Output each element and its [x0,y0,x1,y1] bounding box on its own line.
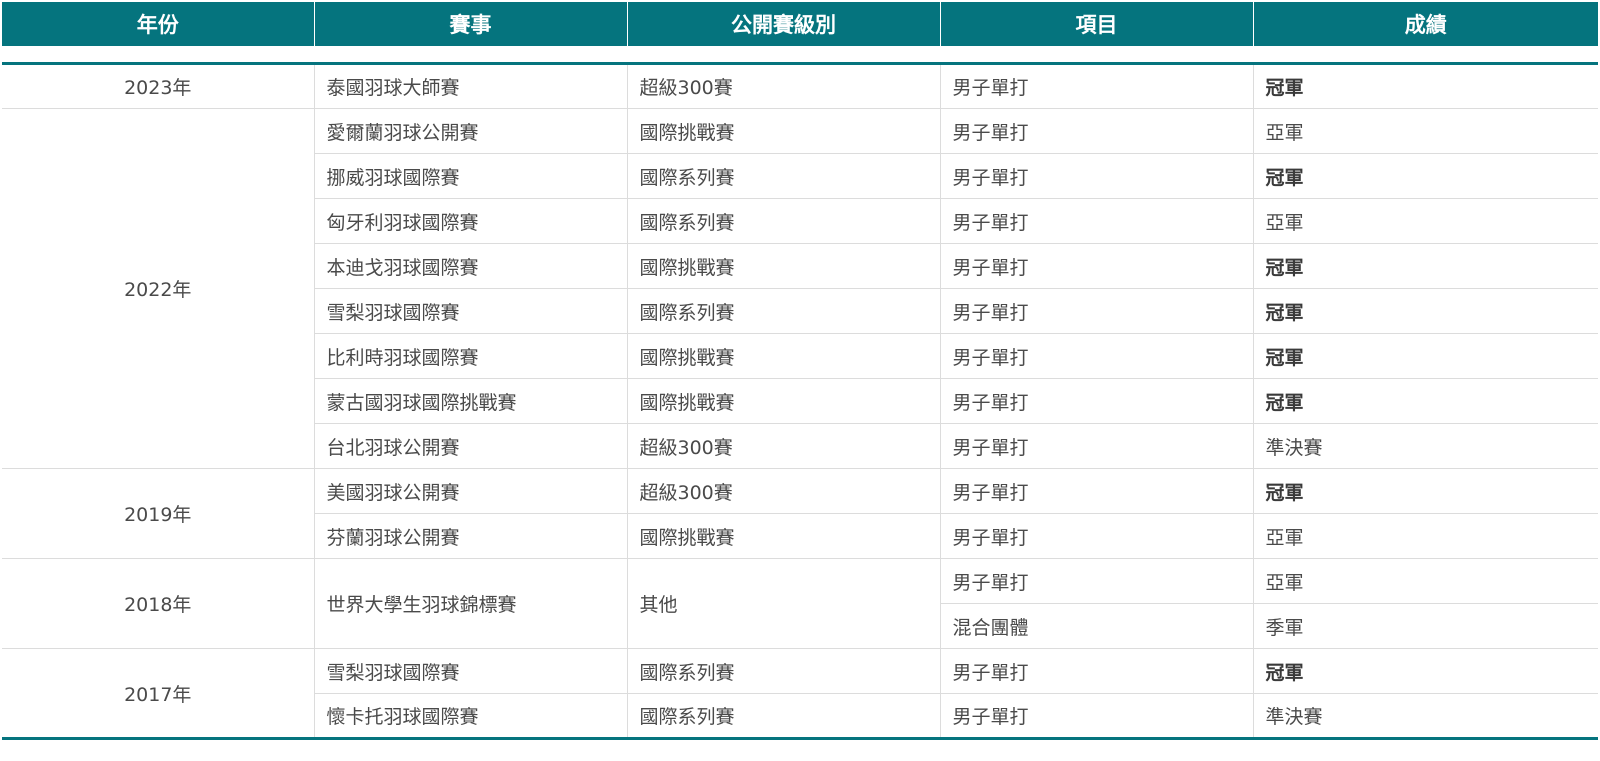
event-cell: 本迪戈羽球國際賽 [313,243,627,289]
result-cell: 亞軍 [1252,108,1598,154]
level-cell: 國際系列賽 [626,648,940,694]
result-cell: 亞軍 [1252,513,1598,559]
level-cell: 國際挑戰賽 [626,513,940,559]
header-year: 年份 [2,2,314,46]
level-cell: 超級300賽 [626,468,940,514]
result-cell: 準決賽 [1252,693,1598,740]
event-cell: 匈牙利羽球國際賽 [313,198,627,244]
item-cell: 男子單打 [939,333,1253,379]
item-cell: 男子單打 [939,63,1253,109]
item-cell: 男子單打 [939,693,1253,740]
header-level: 公開賽級別 [626,2,940,46]
item-cell: 男子單打 [939,288,1253,334]
level-cell: 國際挑戰賽 [626,378,940,424]
event-cell: 雪梨羽球國際賽 [313,648,627,694]
header-event: 賽事 [313,2,627,46]
item-cell: 男子單打 [939,198,1253,244]
item-cell: 男子單打 [939,423,1253,469]
item-cell: 男子單打 [939,513,1253,559]
result-cell: 冠軍 [1252,243,1598,289]
result-cell: 冠軍 [1252,63,1598,109]
table-row: 2022年 愛爾蘭羽球公開賽 國際挑戰賽 男子單打 亞軍 [2,108,1598,469]
result-cell: 冠軍 [1252,468,1598,514]
table-row: 2023年 泰國羽球大師賽 超級300賽 男子單打 冠軍 [2,63,1598,109]
header-result: 成績 [1252,2,1598,46]
level-cell: 國際挑戰賽 [626,108,940,154]
event-cell: 比利時羽球國際賽 [313,333,627,379]
item-cell: 男子單打 [939,153,1253,199]
level-cell: 其他 [626,558,940,649]
result-cell: 冠軍 [1252,153,1598,199]
level-cell: 國際系列賽 [626,288,940,334]
header-rule [2,46,1598,65]
item-cell: 男子單打 [939,378,1253,424]
event-cell: 愛爾蘭羽球公開賽 [313,108,627,154]
result-cell: 冠軍 [1252,378,1598,424]
results-table-container: 年份 賽事 公開賽級別 項目 成績 2023年 泰國羽球大師賽 超級300賽 男… [0,0,1600,761]
result-cell: 冠軍 [1252,333,1598,379]
item-cell: 男子單打 [939,108,1253,154]
table-row: 2019年 美國羽球公開賽 超級300賽 男子單打 冠軍 [2,468,1598,559]
item-cell: 男子單打 [939,243,1253,289]
event-cell: 世界大學生羽球錦標賽 [313,558,627,649]
item-cell: 混合團體 [939,603,1253,649]
event-cell: 美國羽球公開賽 [313,468,627,514]
event-cell: 蒙古國羽球國際挑戰賽 [313,378,627,424]
table-row: 2017年 雪梨羽球國際賽 國際系列賽 男子單打 冠軍 [2,648,1598,740]
result-cell: 冠軍 [1252,288,1598,334]
level-cell: 國際系列賽 [626,693,940,740]
year-cell: 2022年 [2,108,314,469]
level-cell: 國際系列賽 [626,153,940,199]
result-cell: 季軍 [1252,603,1598,649]
level-cell: 超級300賽 [626,423,940,469]
item-cell: 男子單打 [939,558,1253,604]
level-cell: 國際挑戰賽 [626,243,940,289]
table-header-row: 年份 賽事 公開賽級別 項目 成績 [2,2,1598,46]
year-cell: 2017年 [2,648,314,740]
result-cell: 亞軍 [1252,198,1598,244]
event-cell: 懷卡托羽球國際賽 [313,693,627,740]
table-row: 2018年 世界大學生羽球錦標賽 其他 男子單打 亞軍 [2,558,1598,649]
item-cell: 男子單打 [939,648,1253,694]
results-table: 年份 賽事 公開賽級別 項目 成績 2023年 泰國羽球大師賽 超級300賽 男… [2,2,1598,740]
year-cell: 2019年 [2,468,314,559]
event-cell: 台北羽球公開賽 [313,423,627,469]
header-item: 項目 [939,2,1253,46]
event-cell: 泰國羽球大師賽 [313,63,627,109]
event-cell: 芬蘭羽球公開賽 [313,513,627,559]
year-cell: 2018年 [2,558,314,649]
result-cell: 冠軍 [1252,648,1598,694]
year-cell: 2023年 [2,63,314,109]
item-cell: 男子單打 [939,468,1253,514]
level-cell: 超級300賽 [626,63,940,109]
result-cell: 準決賽 [1252,423,1598,469]
event-cell: 雪梨羽球國際賽 [313,288,627,334]
result-cell: 亞軍 [1252,558,1598,604]
event-cell: 挪威羽球國際賽 [313,153,627,199]
level-cell: 國際挑戰賽 [626,333,940,379]
level-cell: 國際系列賽 [626,198,940,244]
header-spacer [2,46,1598,65]
